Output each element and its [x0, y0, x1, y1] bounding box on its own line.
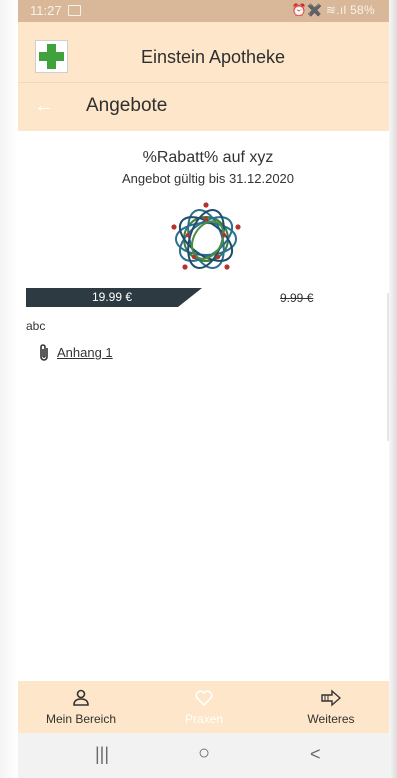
- nav-praxen[interactable]: Praxen: [144, 681, 264, 733]
- price-original: 9.99 €: [280, 291, 314, 305]
- heart-icon: [195, 690, 213, 707]
- arrow-left-icon[interactable]: ←: [34, 95, 54, 118]
- status-time: 11:27: [30, 3, 62, 18]
- offer-description: abc: [26, 319, 46, 333]
- status-indicators: ⏰✖️ ≋.ıl 58%: [291, 3, 375, 17]
- bottom-navigation: Mein Bereich Praxen Weiteres: [18, 681, 389, 733]
- nav-mein-bereich[interactable]: Mein Bereich: [21, 681, 141, 733]
- status-bar: 11:27 ⏰✖️ ≋.ıl 58%: [18, 0, 389, 22]
- nav-label: Praxen: [184, 712, 224, 726]
- offer-validity: Angebot gültig bis 31.12.2020: [121, 171, 295, 186]
- paperclip-icon: [40, 344, 48, 361]
- offer-detail: %Rabatt% auf xyz Angebot gültig bis 31.1…: [18, 131, 389, 681]
- left-edge-shadow: [0, 0, 18, 778]
- back-button[interactable]: <: [310, 744, 321, 765]
- home-button[interactable]: ○: [198, 742, 210, 765]
- gallery-notification-icon: [68, 5, 81, 16]
- attachment-label[interactable]: Anhang 1: [57, 345, 113, 360]
- right-edge-shadow: [389, 0, 397, 778]
- system-navigation-bar: ||| ○ <: [18, 733, 389, 778]
- phone-frame: 11:27 ⏰✖️ ≋.ıl 58% Einstein Apotheke ← A…: [0, 0, 397, 778]
- nav-label: Mein Bereich: [45, 712, 117, 726]
- recent-apps-button[interactable]: |||: [95, 744, 109, 765]
- pharmacy-emblem-icon: [171, 202, 241, 270]
- scrollbar[interactable]: [387, 293, 389, 441]
- app-title: Einstein Apotheke: [140, 47, 286, 67]
- person-icon: [73, 689, 89, 706]
- price-current: 19.99 €: [91, 290, 133, 304]
- app-header: Einstein Apotheke: [18, 22, 389, 82]
- offer-title: %Rabatt% auf xyz: [142, 149, 274, 166]
- page-title: Angebote: [86, 95, 168, 116]
- price-badge: 19.99 €: [26, 288, 202, 307]
- nav-label: Weiteres: [307, 712, 355, 726]
- nav-weiteres[interactable]: Weiteres: [271, 681, 391, 733]
- arrow-right-icon: [321, 689, 341, 707]
- app-screen: 11:27 ⏰✖️ ≋.ıl 58% Einstein Apotheke ← A…: [18, 0, 389, 778]
- page-header: ← Angebote: [18, 82, 389, 131]
